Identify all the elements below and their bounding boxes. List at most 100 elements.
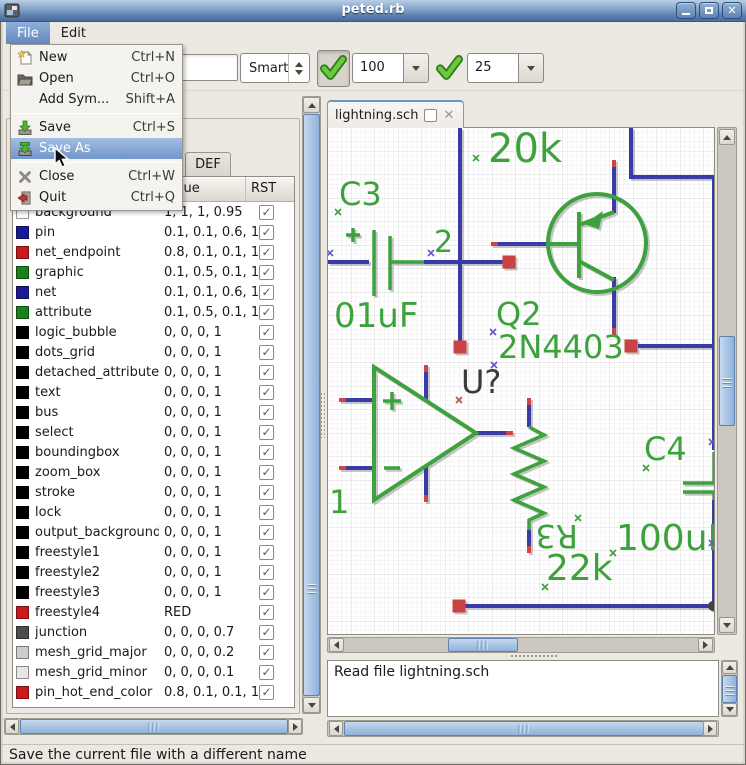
apply-zoom-button[interactable] [317,50,350,87]
left-vscrollbar-thumb[interactable] [303,114,320,696]
rst-checkbox[interactable]: ✓ [259,485,274,500]
color-table-row[interactable]: mesh_grid_minor 0, 0, 0, 0.1 ✓ [13,662,294,682]
zoom-dropdown-button[interactable] [403,53,429,83]
grid-combobox[interactable]: 25 [467,53,544,83]
grid-dropdown-button[interactable] [518,53,544,83]
menu-item-open[interactable]: Open Ctrl+O [11,68,182,89]
color-table-row[interactable]: logic_bubble 0, 0, 0, 1 ✓ [13,322,294,342]
maximize-button[interactable] [699,2,719,19]
rst-checkbox[interactable]: ✓ [259,285,274,300]
rst-checkbox[interactable]: ✓ [259,465,274,480]
color-table-row[interactable]: pin_hot_end_color 0.8, 0.1, 0.1, 1 ✓ [13,682,294,702]
color-table-row[interactable]: freestyle4 RED ✓ [13,602,294,622]
rst-checkbox[interactable]: ✓ [259,445,274,460]
color-table-row[interactable]: attribute 0.1, 0.5, 0.1, 1 ✓ [13,302,294,322]
rst-checkbox[interactable]: ✓ [259,265,274,280]
rst-checkbox[interactable]: ✓ [259,405,274,420]
rst-checkbox[interactable]: ✓ [259,525,274,540]
log-hscrollbar-thumb[interactable] [344,721,704,736]
rst-checkbox[interactable]: ✓ [259,365,274,380]
rst-checkbox[interactable]: ✓ [259,585,274,600]
log-vscrollbar-thumb[interactable] [722,675,737,703]
menu-item-quit[interactable]: Quit Ctrl+Q [11,187,182,208]
schematic-canvas[interactable]: 20k C3 01uF 2 Q2 2N4403 1 R3 22k C4 100u… [327,127,715,635]
canvas-hscrollbar-thumb[interactable] [448,638,518,652]
canvas-vscrollbar-thumb[interactable] [719,336,735,426]
color-table-row[interactable]: junction 0, 0, 0, 0.7 ✓ [13,622,294,642]
scroll-left-button[interactable] [5,719,19,734]
scroll-down-button[interactable] [719,617,735,633]
color-table-row[interactable]: graphic 0.1, 0.5, 0.1, 1 ✓ [13,262,294,282]
rst-checkbox[interactable]: ✓ [259,645,274,660]
tab-def[interactable]: DEF [185,152,231,177]
scroll-right-button[interactable] [288,719,302,734]
close-button[interactable]: ✕ [722,2,742,19]
log-vscrollbar[interactable] [721,660,738,717]
color-table-row[interactable]: freestyle3 0, 0, 0, 1 ✓ [13,582,294,602]
menu-item-close[interactable]: Close Ctrl+W [11,166,182,187]
color-table-row[interactable]: freestyle1 0, 0, 0, 1 ✓ [13,542,294,562]
titlebar[interactable]: peted.rb ✕ [0,0,746,22]
log-view[interactable]: Read file lightning.sch [327,660,719,717]
color-table-row[interactable]: select 0, 0, 0, 1 ✓ [13,422,294,442]
color-table-row[interactable]: net_endpoint 0.8, 0.1, 0.1, 1 ✓ [13,242,294,262]
rst-checkbox[interactable]: ✓ [259,325,274,340]
horizontal-splitter[interactable] [510,654,557,659]
color-table-row[interactable]: lock 0, 0, 0, 1 ✓ [13,502,294,522]
grid-value[interactable]: 25 [467,53,518,83]
scroll-up-button[interactable] [722,661,737,674]
color-table-row[interactable]: dots_grid 0, 0, 0, 1 ✓ [13,342,294,362]
scroll-left-button[interactable] [329,721,343,736]
menu-edit[interactable]: Edit [50,22,97,44]
rst-checkbox[interactable]: ✓ [259,225,274,240]
scroll-down-button[interactable] [722,703,737,716]
rst-checkbox[interactable]: ✓ [259,565,274,580]
tab-checkbox[interactable] [424,109,437,122]
rst-checkbox[interactable]: ✓ [259,545,274,560]
rst-checkbox[interactable]: ✓ [259,345,274,360]
rst-checkbox[interactable]: ✓ [259,505,274,520]
zoom-combobox[interactable]: 100 [352,53,429,83]
scroll-right-button[interactable] [698,638,713,652]
color-table-row[interactable]: mesh_grid_major 0, 0, 0, 0.2 ✓ [13,642,294,662]
menu-item-add-sym[interactable]: Add Sym... Shift+A [11,89,182,110]
rst-checkbox[interactable]: ✓ [259,245,274,260]
tab-close-icon[interactable]: ✕ [443,109,454,122]
color-table-row[interactable]: output_background 0, 0, 0, 1 ✓ [13,522,294,542]
color-table-row[interactable]: bus 0, 0, 0, 1 ✓ [13,402,294,422]
spinner-arrows-icon[interactable] [288,54,309,82]
color-table-row[interactable]: boundingbox 0, 0, 0, 1 ✓ [13,442,294,462]
rst-checkbox[interactable]: ✓ [259,625,274,640]
color-table-row[interactable]: detached_attribute 0, 0, 0, 1 ✓ [13,362,294,382]
menu-item-new[interactable]: New Ctrl+N [11,47,182,68]
mode-select[interactable]: Smart [240,53,310,83]
rst-checkbox[interactable]: ✓ [259,385,274,400]
color-table-row[interactable]: text 0, 0, 0, 1 ✓ [13,382,294,402]
apply-grid-button[interactable] [434,53,464,83]
rst-checkbox[interactable]: ✓ [259,685,274,700]
color-table-row[interactable]: freestyle2 0, 0, 0, 1 ✓ [13,562,294,582]
rst-checkbox[interactable]: ✓ [259,305,274,320]
color-table-row[interactable]: stroke 0, 0, 0, 1 ✓ [13,482,294,502]
canvas-hscrollbar[interactable] [327,637,715,653]
menu-item-save-as[interactable]: Save As [11,138,182,159]
canvas-vscrollbar[interactable] [717,127,737,635]
left-hscrollbar[interactable] [4,718,303,735]
scroll-left-button[interactable] [329,638,344,652]
rst-checkbox[interactable]: ✓ [259,205,274,220]
rst-checkbox[interactable]: ✓ [259,605,274,620]
rst-checkbox[interactable]: ✓ [259,665,274,680]
zoom-value[interactable]: 100 [352,53,403,83]
vertical-splitter[interactable] [319,392,325,438]
menu-item-save[interactable]: Save Ctrl+S [11,117,182,138]
color-table-row[interactable]: zoom_box 0, 0, 0, 1 ✓ [13,462,294,482]
scroll-down-button[interactable] [303,697,320,713]
left-hscrollbar-thumb[interactable] [20,719,288,734]
scroll-up-button[interactable] [719,129,735,145]
color-table-row[interactable]: pin 0.1, 0.1, 0.6, 1 ✓ [13,222,294,242]
scroll-right-button[interactable] [703,721,717,736]
minimize-button[interactable] [676,2,696,19]
rst-checkbox[interactable]: ✓ [259,425,274,440]
menu-file[interactable]: File [6,22,50,44]
header-rst[interactable]: RST [246,177,294,201]
